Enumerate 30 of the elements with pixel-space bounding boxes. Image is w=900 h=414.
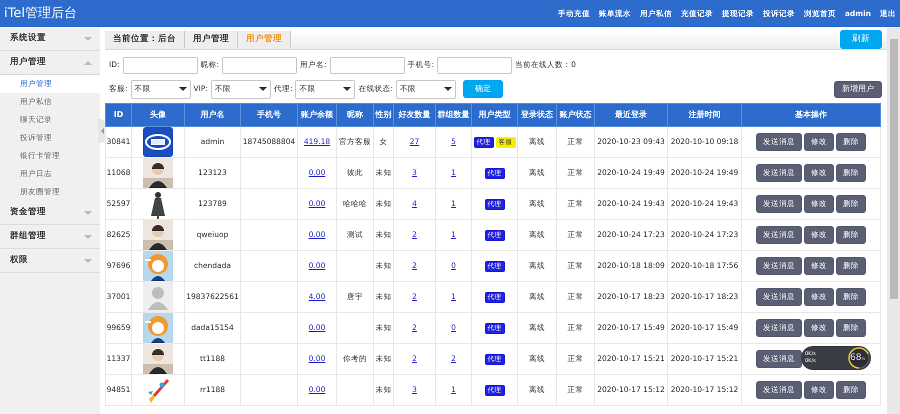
column-header: 头像	[132, 104, 184, 126]
column-header: 最近登录	[594, 104, 668, 126]
sidebar-group[interactable]: 资金管理	[0, 201, 100, 225]
breadcrumb-item: 用户管理	[238, 31, 291, 48]
column-header: 基本操作	[742, 104, 880, 126]
breadcrumb-item[interactable]: 当前位置：后台	[105, 31, 185, 48]
scrollbar[interactable]	[887, 27, 900, 414]
input-field[interactable]	[437, 56, 512, 74]
column-header: 性别	[374, 104, 394, 126]
column-header: 好友数量	[394, 104, 436, 126]
column-header: 注册时间	[668, 104, 742, 126]
column-header: 群组数量	[436, 104, 472, 126]
usage-gauge	[848, 347, 870, 369]
app-title: iTel管理后台	[4, 4, 77, 23]
column-header: 用户类型	[472, 104, 518, 126]
input-field[interactable]	[222, 56, 298, 74]
breadcrumb-item[interactable]: 用户管理	[185, 31, 238, 48]
column-header: 账户状态	[556, 104, 594, 126]
column-header: 手机号	[240, 104, 298, 126]
input-field[interactable]	[122, 56, 198, 74]
sidebar-group[interactable]: 群组管理	[0, 225, 100, 249]
input-field[interactable]	[330, 56, 405, 74]
column-header: 用户名	[184, 104, 240, 126]
column-header: 账户余额	[298, 104, 336, 126]
column-header: 昵称	[336, 104, 374, 126]
sidebar-group[interactable]: 系统设置	[0, 27, 100, 51]
sidebar-group[interactable]: 权限	[0, 249, 100, 273]
column-header: ID	[106, 104, 132, 126]
add-user-button[interactable]: 新增用户	[834, 80, 882, 98]
column-header: 登录状态	[518, 104, 556, 126]
